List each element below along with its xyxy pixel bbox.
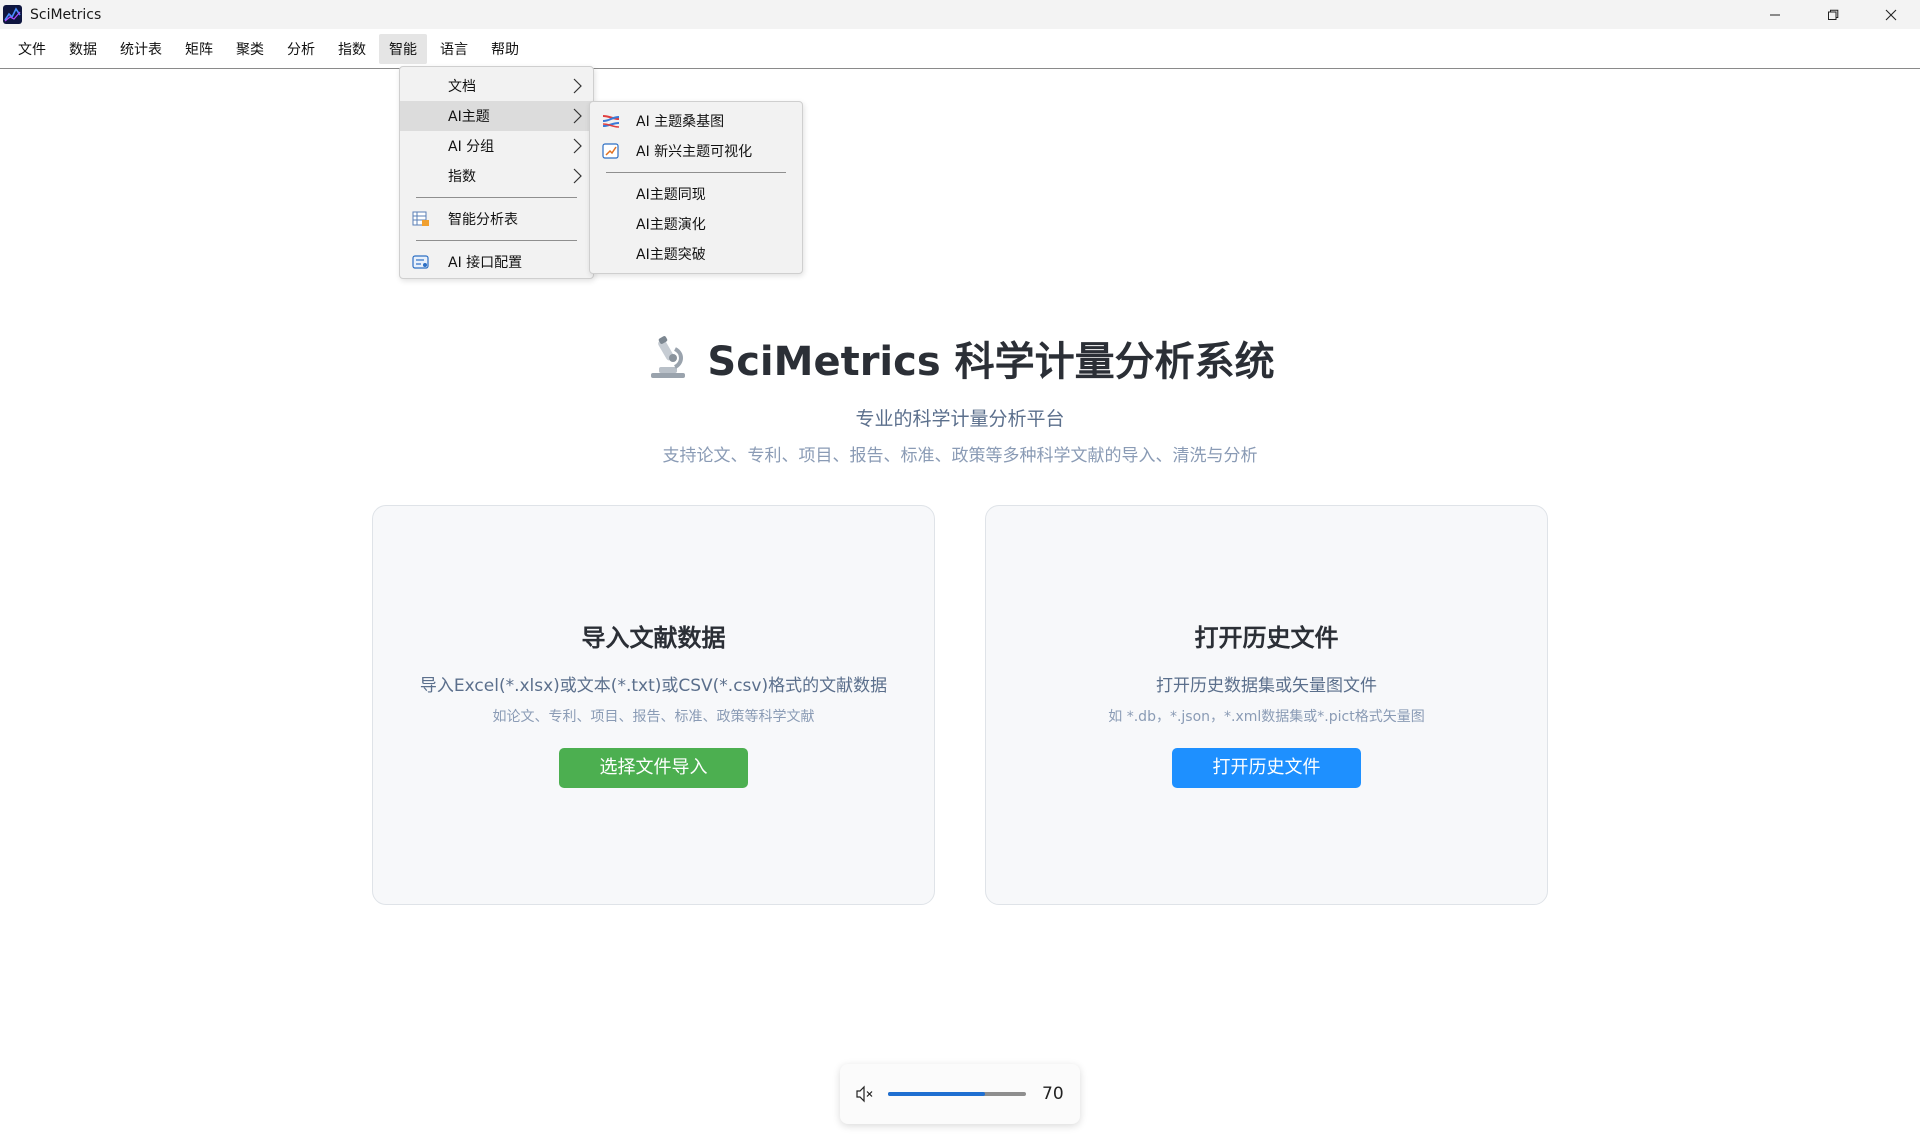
history-card: 打开历史文件 打开历史数据集或矢量图文件 如 *.db，*.json，*.xml… <box>985 505 1548 905</box>
menu-analysis[interactable]: 分析 <box>277 34 325 64</box>
menu-file[interactable]: 文件 <box>8 34 56 64</box>
history-card-desc: 打开历史数据集或矢量图文件 <box>1156 676 1377 696</box>
close-icon <box>1885 9 1897 20</box>
import-card-note: 如论文、专利、项目、报告、标准、政策等科学文献 <box>492 709 815 725</box>
window-title: SciMetrics <box>30 6 102 23</box>
menu-item-index-label: 指数 <box>448 169 476 185</box>
speaker-muted-icon[interactable] <box>854 1083 876 1105</box>
menu-statistics[interactable]: 统计表 <box>110 34 172 64</box>
volume-value: 70 <box>1042 1084 1064 1104</box>
close-button[interactable] <box>1862 0 1920 29</box>
title-bar: SciMetrics <box>0 0 1920 29</box>
menu-item-ai-cooccur-label: AI主题同现 <box>636 187 706 203</box>
open-history-file-button[interactable]: 打开历史文件 <box>1172 748 1361 788</box>
volume-flyout: 70 <box>840 1064 1080 1124</box>
import-card: 导入文献数据 导入Excel(*.xlsx)或文本(*.txt)或CSV(*.c… <box>372 505 935 905</box>
menu-item-ai-evolution[interactable]: AI主题演化 <box>590 209 802 239</box>
menu-item-smart-table[interactable]: 智能分析表 <box>400 204 593 234</box>
sankey-chart-icon <box>602 115 620 128</box>
menu-item-ai-config-label: AI 接口配置 <box>448 255 523 271</box>
minimize-icon <box>1770 14 1780 15</box>
menu-item-ai-group-label: AI 分组 <box>448 139 495 155</box>
menu-index[interactable]: 指数 <box>328 34 376 64</box>
chevron-right-icon <box>573 138 582 154</box>
smart-dropdown-menu: 文档 AI主题 AI 分组 指数 智能分析表 AI 接口配置 <box>399 66 594 279</box>
menu-item-ai-config[interactable]: AI 接口配置 <box>400 247 593 277</box>
menu-item-ai-cooccur[interactable]: AI主题同现 <box>590 179 802 209</box>
menu-item-index[interactable]: 指数 <box>400 161 593 191</box>
menu-data[interactable]: 数据 <box>59 34 107 64</box>
menu-item-ai-topic[interactable]: AI主题 <box>400 101 593 131</box>
chevron-right-icon <box>573 168 582 184</box>
restore-icon <box>1828 9 1839 20</box>
window-controls <box>1746 0 1920 29</box>
menu-item-ai-evolution-label: AI主题演化 <box>636 217 706 233</box>
menu-matrix[interactable]: 矩阵 <box>175 34 223 64</box>
hero-subtitle: 专业的科学计量分析平台 <box>855 408 1065 430</box>
menu-item-ai-sankey-label: AI 主题桑基图 <box>636 114 725 130</box>
hero-title-text: SciMetrics 科学计量分析系统 <box>707 339 1275 385</box>
menu-help[interactable]: 帮助 <box>481 34 529 64</box>
import-card-title: 导入文献数据 <box>581 624 726 652</box>
menu-language[interactable]: 语言 <box>430 34 478 64</box>
chevron-right-icon <box>573 78 582 94</box>
menu-item-ai-burst[interactable]: AI主题突破 <box>590 239 802 269</box>
restore-button[interactable] <box>1804 0 1862 29</box>
ai-topic-submenu: AI 主题桑基图 AI 新兴主题可视化 AI主题同现 AI主题演化 AI主题突破 <box>589 101 803 274</box>
import-card-desc: 导入Excel(*.xlsx)或文本(*.txt)或CSV(*.csv)格式的文… <box>419 676 888 696</box>
menu-item-ai-emerging[interactable]: AI 新兴主题可视化 <box>590 136 802 166</box>
menu-item-document[interactable]: 文档 <box>400 71 593 101</box>
hero-description: 支持论文、专利、项目、报告、标准、政策等多种科学文献的导入、清洗与分析 <box>662 446 1258 466</box>
trend-chart-icon <box>602 143 619 159</box>
volume-slider-fill <box>888 1092 985 1096</box>
menu-separator <box>416 240 577 241</box>
menu-item-ai-sankey[interactable]: AI 主题桑基图 <box>590 106 802 136</box>
history-card-note: 如 *.db，*.json，*.xml数据集或*.pict格式矢量图 <box>1108 709 1425 725</box>
history-card-title: 打开历史文件 <box>1194 624 1339 652</box>
chevron-right-icon <box>573 108 582 124</box>
menu-cluster[interactable]: 聚类 <box>226 34 274 64</box>
menu-item-smart-table-label: 智能分析表 <box>448 212 518 228</box>
menu-item-document-label: 文档 <box>448 79 476 95</box>
microscope-icon <box>651 336 686 378</box>
select-file-import-button[interactable]: 选择文件导入 <box>559 748 748 788</box>
menu-item-ai-emerging-label: AI 新兴主题可视化 <box>636 144 753 160</box>
table-icon <box>412 211 429 226</box>
hero-section: SciMetrics 科学计量分析系统 专业的科学计量分析平台 支持论文、专利、… <box>0 330 1920 466</box>
volume-slider[interactable] <box>888 1092 1026 1096</box>
minimize-button[interactable] <box>1746 0 1804 29</box>
menu-item-ai-burst-label: AI主题突破 <box>636 247 706 263</box>
menu-smart[interactable]: 智能 <box>379 33 427 64</box>
menu-bar: 文件 数据 统计表 矩阵 聚类 分析 指数 智能 语言 帮助 <box>0 29 1920 69</box>
page-title: SciMetrics 科学计量分析系统 <box>0 330 1920 386</box>
config-icon <box>412 255 429 269</box>
menu-separator <box>416 197 577 198</box>
menu-item-ai-group[interactable]: AI 分组 <box>400 131 593 161</box>
app-logo-icon <box>3 5 22 24</box>
menu-separator <box>606 172 786 173</box>
menu-item-ai-topic-label: AI主题 <box>448 109 490 125</box>
